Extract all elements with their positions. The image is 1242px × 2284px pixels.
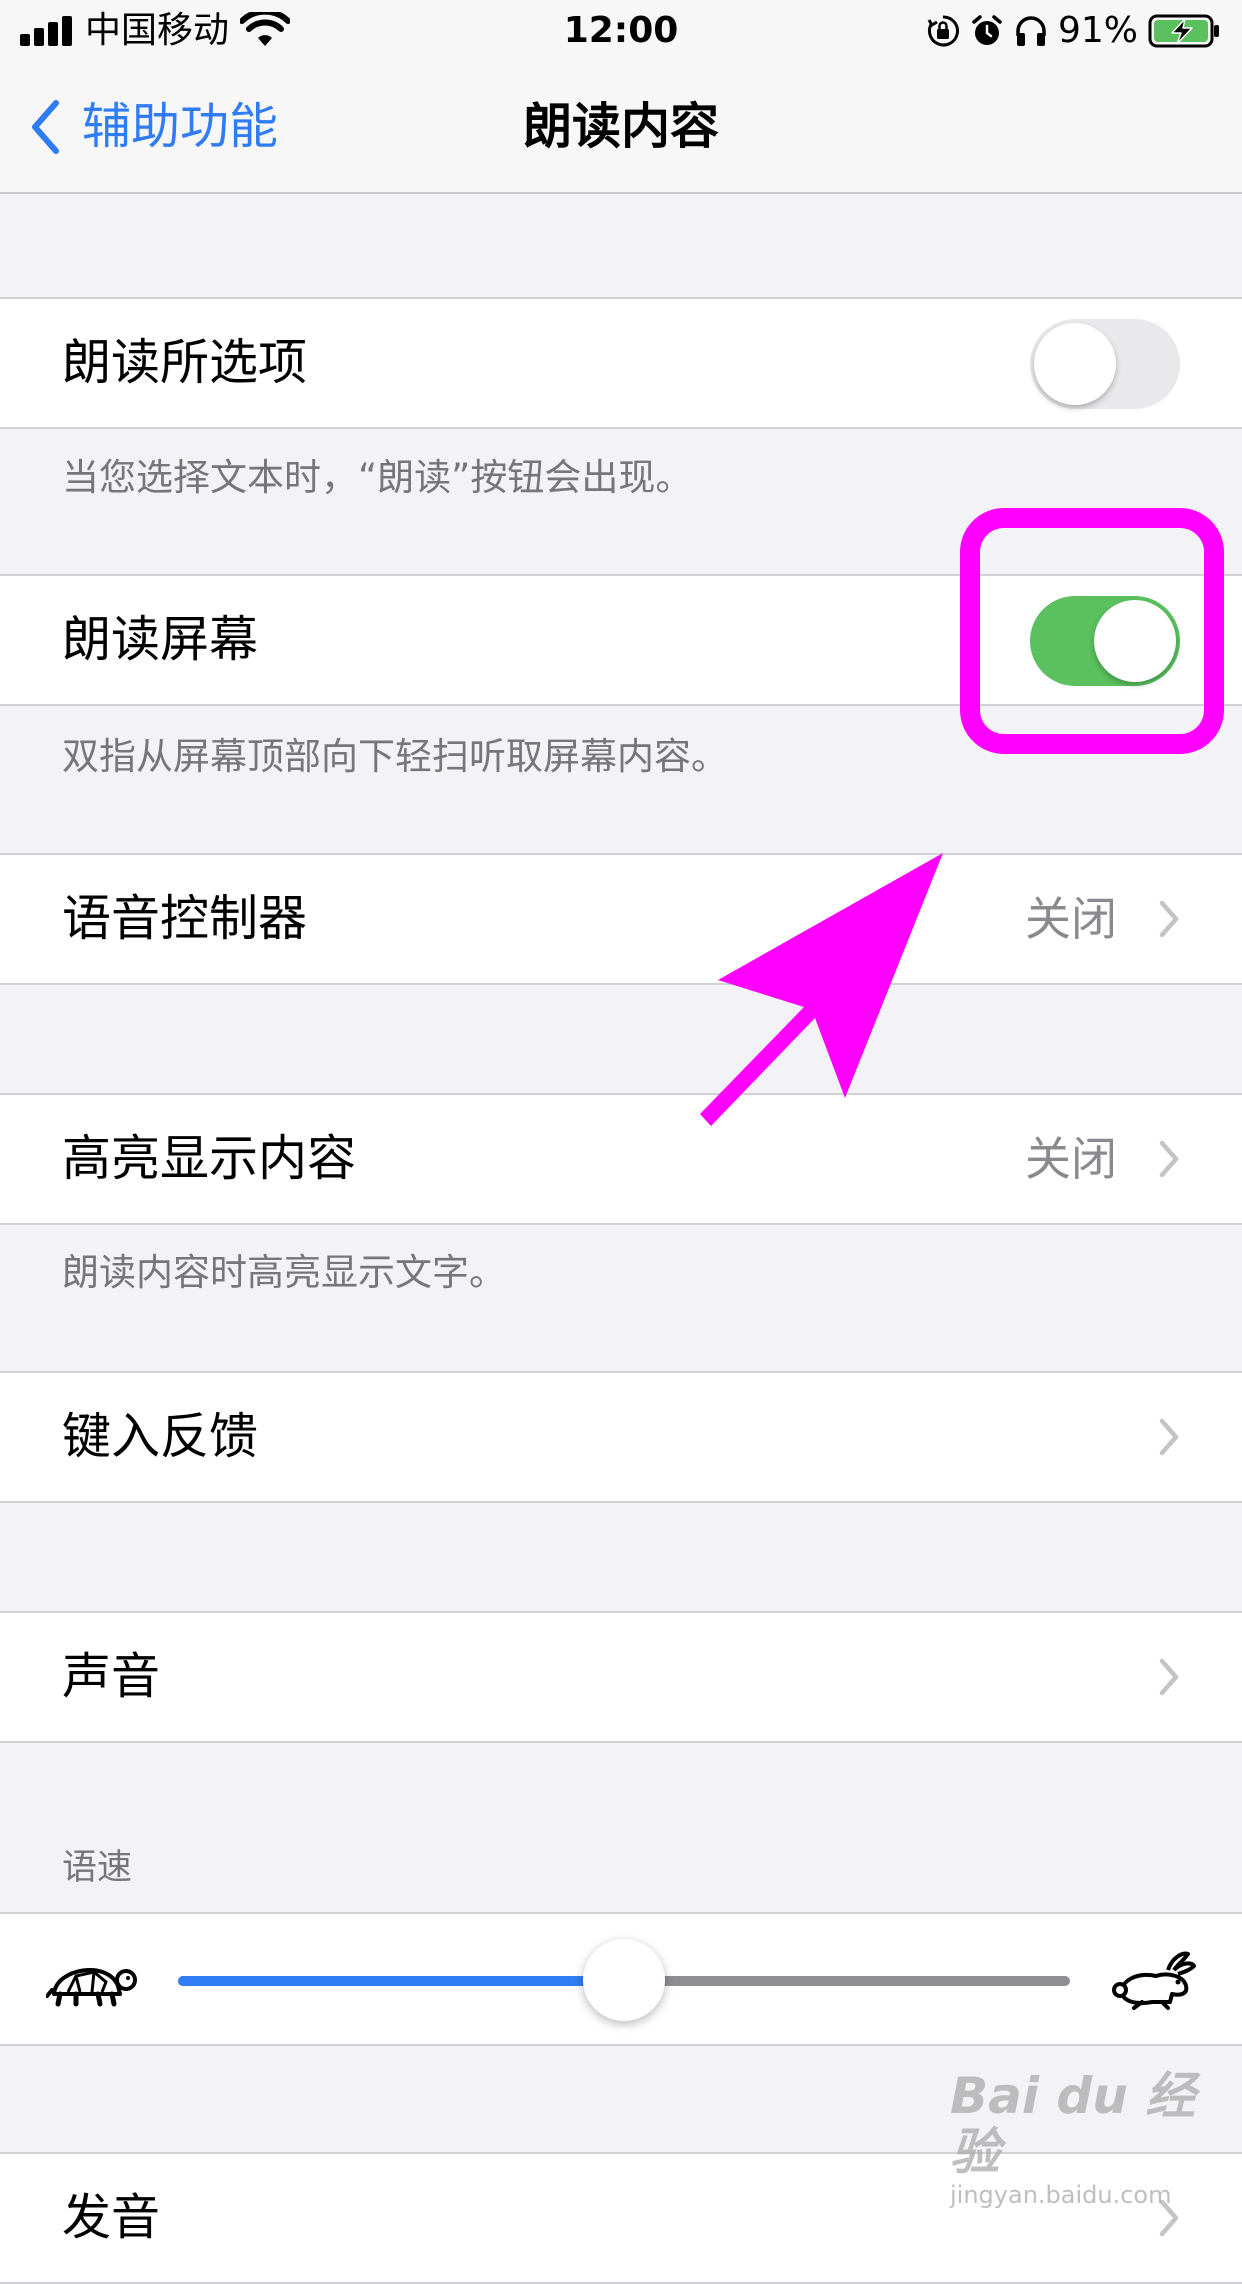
alarm-icon — [972, 15, 1002, 45]
page-title: 朗读内容 — [522, 98, 719, 155]
speak-selection-footer: 当您选择文本时，“朗读”按钮会出现。 — [62, 456, 693, 499]
chevron-right-icon — [1159, 1140, 1179, 1178]
watermark-logo-text: Bai du 经验 — [950, 2067, 1196, 2181]
speak-selection-toggle[interactable] — [1030, 319, 1180, 409]
speaking-rate-thumb[interactable] — [583, 1939, 665, 2021]
speak-selection-row: 朗读所选项 — [0, 297, 1242, 429]
chevron-right-icon — [1159, 1658, 1179, 1696]
annotation-highlight-box — [960, 508, 1224, 754]
voices-row[interactable]: 声音 — [0, 1611, 1242, 1743]
speaking-rate-row — [0, 1912, 1242, 2046]
battery-percentage: 91% — [1057, 10, 1138, 51]
highlight-content-footer: 朗读内容时高亮显示文字。 — [62, 1251, 506, 1294]
speaking-rate-header: 语速 — [62, 1848, 133, 1888]
voices-label: 声音 — [62, 1648, 161, 1705]
chevron-right-icon — [1159, 1418, 1179, 1456]
highlight-content-row[interactable]: 高亮显示内容 关闭 — [0, 1093, 1242, 1225]
annotation-arrow-icon — [700, 853, 943, 1126]
navigation-bar: 辅助功能 朗读内容 — [0, 62, 1242, 194]
highlight-content-value: 关闭 — [1025, 1132, 1117, 1186]
speech-controller-value: 关闭 — [1025, 892, 1117, 946]
speak-screen-footer: 双指从屏幕顶部向下轻扫听取屏幕内容。 — [62, 735, 728, 778]
status-bar: 中国移动 12:00 91% — [0, 0, 1242, 62]
watermark: Bai du 经验 jingyan.baidu.com — [950, 2068, 1242, 2210]
orientation-lock-icon — [927, 15, 959, 47]
speak-selection-label: 朗读所选项 — [62, 334, 308, 391]
speech-controller-label: 语音控制器 — [62, 890, 308, 947]
status-icons: 91% — [926, 10, 1222, 52]
watermark-url: jingyan.baidu.com — [950, 2181, 1172, 2209]
typing-feedback-label: 键入反馈 — [62, 1408, 259, 1465]
headphones-icon — [1016, 16, 1046, 46]
toggle-knob — [1034, 323, 1116, 405]
speech-controller-row[interactable]: 语音控制器 关闭 — [0, 853, 1242, 985]
speaking-rate-fill — [178, 1976, 624, 1986]
chevron-right-icon — [1159, 900, 1179, 938]
turtle-icon — [46, 1968, 137, 2007]
highlight-content-label: 高亮显示内容 — [62, 1130, 357, 1187]
pronunciations-label: 发音 — [62, 2189, 161, 2246]
speak-screen-label: 朗读屏幕 — [62, 611, 259, 668]
battery-charging-icon — [1148, 14, 1219, 48]
typing-feedback-row[interactable]: 键入反馈 — [0, 1371, 1242, 1503]
rabbit-icon — [1112, 1951, 1196, 2010]
